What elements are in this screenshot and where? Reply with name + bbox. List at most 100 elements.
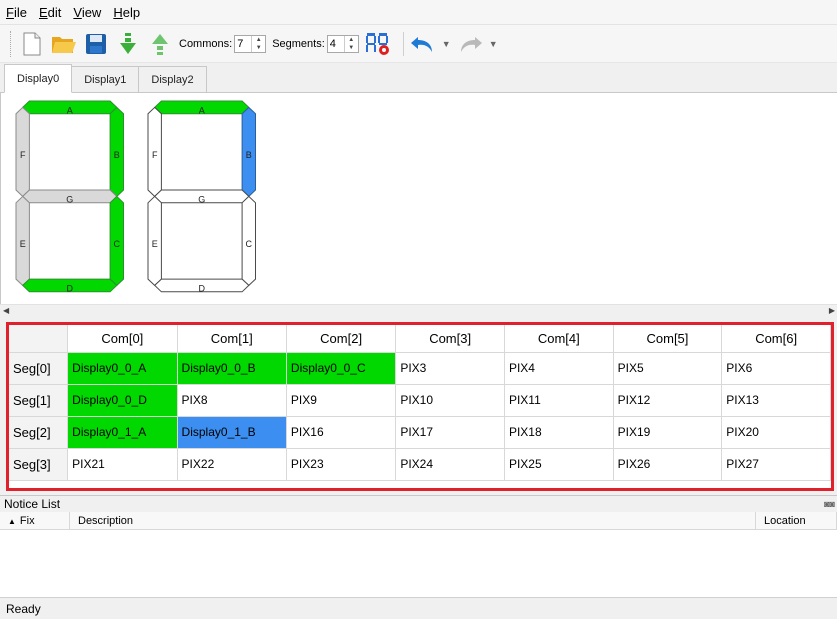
col-location-header[interactable]: Location bbox=[756, 512, 837, 529]
display-tabs: Display0 Display1 Display2 bbox=[0, 64, 837, 93]
menu-help[interactable]: Help bbox=[113, 5, 140, 20]
grid-cell[interactable]: PIX8 bbox=[177, 384, 287, 417]
segment-label: D bbox=[67, 284, 74, 294]
menu-edit[interactable]: Edit bbox=[39, 5, 61, 20]
digit-0: A F B G E C D bbox=[15, 100, 124, 294]
grid-cell[interactable]: PIX16 bbox=[286, 416, 397, 449]
grid-cell[interactable]: PIX4 bbox=[504, 352, 614, 385]
row-header[interactable]: Seg[1] bbox=[9, 384, 69, 417]
grid-cell[interactable]: PIX6 bbox=[721, 352, 831, 385]
segment-label: C bbox=[114, 239, 121, 249]
grid-cell[interactable]: PIX5 bbox=[613, 352, 723, 385]
segments-spinbox[interactable]: 4 ▲ ▼ bbox=[326, 34, 359, 53]
segment-label: B bbox=[246, 150, 252, 160]
grid-cell[interactable]: Display0_0_D bbox=[67, 384, 178, 417]
configure-display-icon[interactable] bbox=[365, 31, 391, 57]
grid-cell[interactable]: Display0_1_B bbox=[177, 416, 287, 449]
tab-display0[interactable]: Display0 bbox=[4, 64, 73, 93]
grid-cell[interactable]: Display0_0_C bbox=[286, 352, 397, 385]
notice-list-title-bar: Notice List ◙◙ bbox=[0, 496, 837, 512]
segment-label: F bbox=[152, 150, 158, 160]
undo-dropdown-icon[interactable]: ▼ bbox=[442, 39, 451, 49]
table-row: Seg[0] Display0_0_A Display0_0_B Display0_0… bbox=[9, 352, 831, 385]
segments-spin-arrows[interactable]: ▲ ▼ bbox=[343, 35, 358, 52]
dock-float-icon[interactable]: ◙◙ bbox=[824, 496, 835, 512]
segment-label: A bbox=[199, 106, 205, 116]
seven-segment-preview: A F B G E C D A F B G E C D bbox=[15, 100, 256, 294]
col-header[interactable]: Com[0] bbox=[67, 325, 178, 353]
grid-cell[interactable]: Display0_1_A bbox=[67, 416, 178, 449]
table-row: Seg[1] Display0_0_D PIX8 PIX9 PIX10 PIX11 PIX1… bbox=[9, 384, 831, 417]
tab-display2[interactable]: Display2 bbox=[138, 66, 207, 92]
scroll-right-icon[interactable]: ▶ bbox=[829, 305, 835, 317]
menu-view[interactable]: View bbox=[73, 5, 101, 20]
col-fix-header[interactable]: ▲ Fix bbox=[0, 512, 70, 529]
segment-mapping-grid: Com[0] Com[1] Com[2] Com[3] Com[4] Com[5… bbox=[6, 322, 834, 491]
segment-label: E bbox=[152, 239, 158, 249]
redo-dropdown-icon[interactable]: ▼ bbox=[489, 39, 498, 49]
menu-file[interactable]: File bbox=[6, 5, 27, 20]
col-description-header[interactable]: Description bbox=[70, 512, 756, 529]
digit-1: A F B G E C D bbox=[147, 100, 256, 294]
col-header[interactable]: Com[4] bbox=[504, 325, 614, 353]
import-icon[interactable] bbox=[115, 31, 141, 57]
col-header[interactable]: Com[6] bbox=[721, 325, 831, 353]
grid-cell[interactable]: PIX19 bbox=[613, 416, 723, 449]
notice-list-panel: Notice List ◙◙ ▲ Fix Description Location bbox=[0, 495, 837, 597]
grid-cell[interactable]: PIX22 bbox=[177, 448, 287, 481]
grid-cell[interactable]: PIX20 bbox=[721, 416, 831, 449]
segment-label: D bbox=[199, 284, 206, 294]
col-header[interactable]: Com[2] bbox=[286, 325, 397, 353]
sort-asc-icon: ▲ bbox=[8, 517, 16, 526]
grid-header-row: Com[0] Com[1] Com[2] Com[3] Com[4] Com[5… bbox=[9, 325, 831, 353]
table-row: Seg[2] Display0_1_A Display0_1_B PIX16 PIX17… bbox=[9, 416, 831, 449]
grid-cell[interactable]: PIX11 bbox=[504, 384, 614, 417]
toolbar: Commons: 7 ▲ ▼ Segments: 4 ▲ ▼ ▼ ▼ bbox=[0, 25, 837, 63]
export-icon[interactable] bbox=[147, 31, 173, 57]
canvas-hscrollbar[interactable]: ◀ ▶ bbox=[0, 304, 837, 317]
commons-spin-arrows[interactable]: ▲ ▼ bbox=[251, 35, 265, 52]
segments-value[interactable]: 4 bbox=[328, 38, 344, 50]
row-header[interactable]: Seg[2] bbox=[9, 416, 69, 449]
grid-cell[interactable]: PIX27 bbox=[721, 448, 831, 481]
commons-spinbox[interactable]: 7 ▲ ▼ bbox=[234, 34, 267, 53]
new-file-icon[interactable] bbox=[19, 31, 45, 57]
segment-label: F bbox=[20, 150, 26, 160]
grid-cell[interactable]: PIX24 bbox=[395, 448, 505, 481]
segment-label: G bbox=[198, 195, 205, 205]
notice-list-title: Notice List bbox=[4, 497, 61, 511]
commons-value[interactable]: 7 bbox=[235, 38, 251, 50]
col-header[interactable]: Com[1] bbox=[177, 325, 287, 353]
grid-cell[interactable]: Display0_0_A bbox=[67, 352, 178, 385]
row-header[interactable]: Seg[0] bbox=[9, 352, 69, 385]
commons-label: Commons: bbox=[179, 37, 233, 50]
status-bar: Ready bbox=[0, 597, 837, 619]
tab-display1[interactable]: Display1 bbox=[71, 66, 140, 92]
grid-cell[interactable]: PIX18 bbox=[504, 416, 614, 449]
grid-cell[interactable]: PIX9 bbox=[286, 384, 397, 417]
grid-cell[interactable]: PIX26 bbox=[613, 448, 723, 481]
save-icon[interactable] bbox=[83, 31, 109, 57]
grid-cell[interactable]: PIX13 bbox=[721, 384, 831, 417]
segment-label: A bbox=[67, 106, 73, 116]
col-header[interactable]: Com[5] bbox=[613, 325, 723, 353]
undo-icon[interactable] bbox=[410, 31, 436, 57]
col-header[interactable]: Com[3] bbox=[395, 325, 505, 353]
table-row: Seg[3] PIX21 PIX22 PIX23 PIX24 PIX25 PIX26 PIX2… bbox=[9, 448, 831, 481]
grid-cell[interactable]: PIX21 bbox=[67, 448, 178, 481]
menu-bar: File Edit View Help bbox=[0, 0, 837, 25]
grid-cell[interactable]: PIX17 bbox=[395, 416, 505, 449]
grid-corner[interactable] bbox=[9, 325, 69, 353]
grid-cell[interactable]: PIX25 bbox=[504, 448, 614, 481]
grid-cell[interactable]: PIX3 bbox=[395, 352, 505, 385]
scroll-left-icon[interactable]: ◀ bbox=[3, 305, 9, 317]
segments-label: Segments: bbox=[272, 37, 325, 50]
grid-cell[interactable]: PIX23 bbox=[286, 448, 397, 481]
toolbar-grip[interactable] bbox=[10, 30, 13, 57]
grid-cell[interactable]: PIX12 bbox=[613, 384, 723, 417]
grid-cell[interactable]: Display0_0_B bbox=[177, 352, 287, 385]
grid-cell[interactable]: PIX10 bbox=[395, 384, 505, 417]
open-folder-icon[interactable] bbox=[51, 31, 77, 57]
row-header[interactable]: Seg[3] bbox=[9, 448, 69, 481]
redo-icon[interactable] bbox=[457, 31, 483, 57]
